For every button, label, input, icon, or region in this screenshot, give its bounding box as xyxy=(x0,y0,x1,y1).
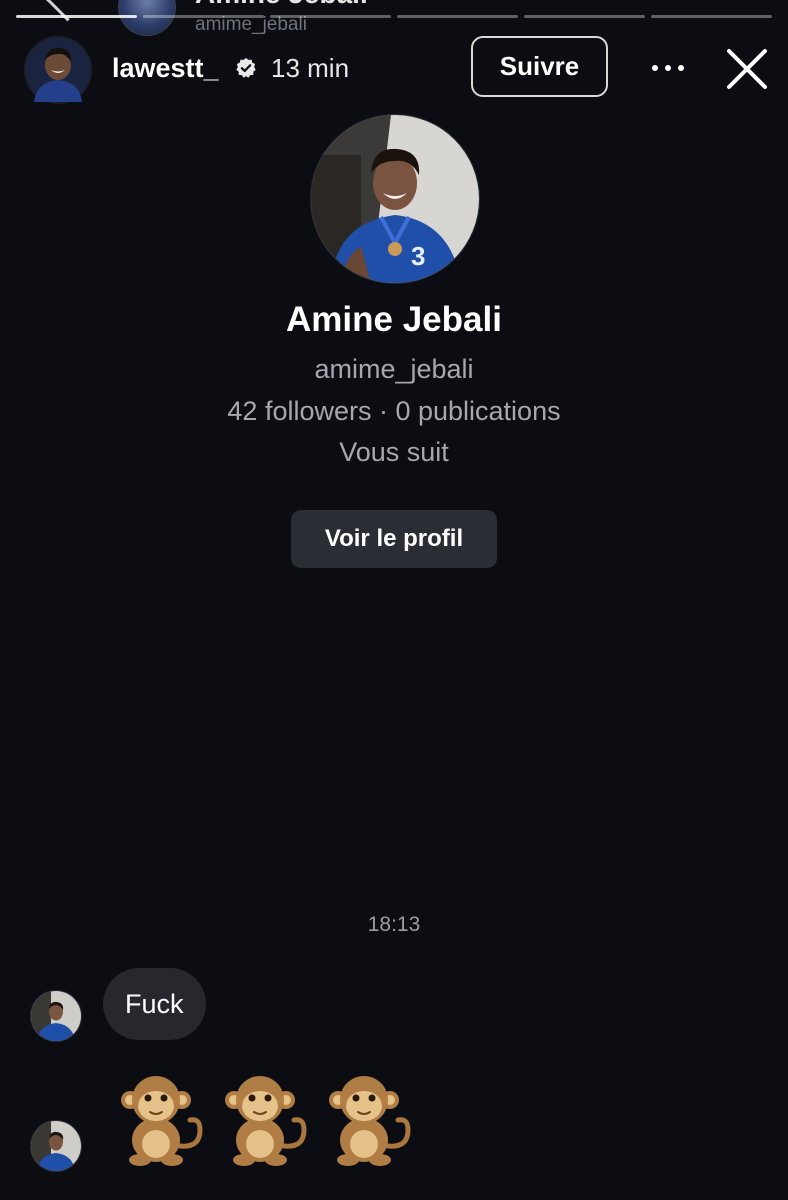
progress-segment xyxy=(16,15,137,18)
progress-segment xyxy=(270,15,391,18)
dot xyxy=(652,65,658,71)
profile-stats: 42 followers · 0 publications xyxy=(227,396,561,426)
verified-badge-icon xyxy=(236,57,256,78)
message-text: Fuck xyxy=(125,988,184,1019)
story-progress-bar xyxy=(16,15,772,19)
progress-segment xyxy=(397,15,518,18)
progress-segment xyxy=(143,15,264,18)
story-reply-screen: Amine Jebali amime_jebali lawestt_ 13 mi… xyxy=(0,0,788,1200)
emoji-message[interactable] xyxy=(108,1068,416,1178)
progress-segment xyxy=(651,15,772,18)
avatar-image xyxy=(26,38,90,102)
svg-text:3: 3 xyxy=(411,241,425,271)
post-time: 13 min xyxy=(271,53,350,83)
sender-avatar[interactable] xyxy=(30,1120,82,1172)
progress-segment xyxy=(524,15,645,18)
follows-you-label: Vous suit xyxy=(339,437,449,467)
avatar[interactable] xyxy=(24,36,92,104)
close-icon[interactable] xyxy=(724,46,770,92)
view-profile-button[interactable]: Voir le profil xyxy=(291,510,497,568)
follow-button[interactable]: Suivre xyxy=(471,36,608,97)
monkey-icon xyxy=(121,1076,203,1166)
story-header: lawestt_ 13 min Suivre xyxy=(0,36,788,104)
profile-photo[interactable]: 3 xyxy=(310,114,480,284)
dot xyxy=(678,65,684,71)
monkey-icon xyxy=(225,1076,307,1166)
sender-avatar-image xyxy=(31,1121,81,1171)
sender-avatar-image xyxy=(31,991,81,1041)
message-timestamp: 18:13 xyxy=(367,913,421,936)
username[interactable]: lawestt_ xyxy=(112,53,219,84)
sender-avatar[interactable] xyxy=(30,990,82,1042)
message-bubble[interactable]: Fuck xyxy=(103,968,206,1040)
monkey-icon xyxy=(329,1076,411,1166)
profile-name: Amine Jebali xyxy=(286,300,502,339)
profile-photo-image: 3 xyxy=(311,115,479,283)
profile-handle: amime_jebali xyxy=(314,354,474,384)
dot xyxy=(665,65,671,71)
underlying-title: Amine Jebali xyxy=(195,0,368,10)
more-horizontal-icon[interactable] xyxy=(648,58,688,78)
underlying-header: Amine Jebali amime_jebali xyxy=(0,0,788,40)
